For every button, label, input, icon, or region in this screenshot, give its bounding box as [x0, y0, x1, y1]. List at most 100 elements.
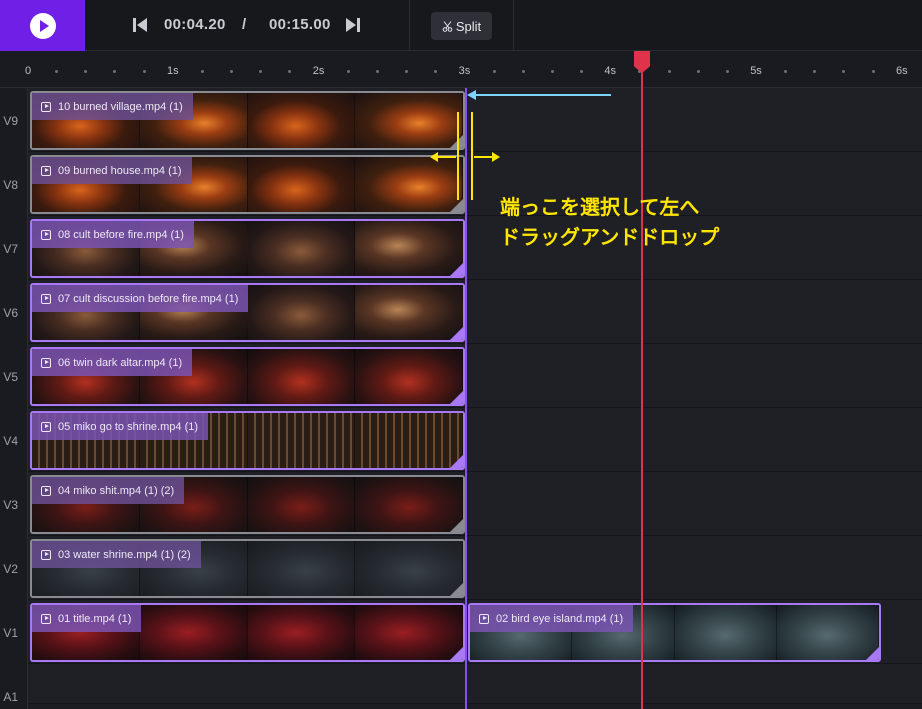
thumbnail-frame	[247, 285, 356, 340]
split-label: Split	[455, 18, 482, 34]
thumbnail-frame	[355, 541, 463, 596]
clip-name: 04 miko shit.mp4 (1) (2)	[58, 484, 175, 497]
thumbnail-frame	[247, 541, 356, 596]
clip-name-tag: 09 burned house.mp4 (1)	[32, 157, 192, 184]
video-file-icon	[41, 293, 51, 304]
trim-handle[interactable]	[450, 519, 463, 532]
ruler-tick	[346, 70, 350, 73]
video-clip[interactable]: 07 cult discussion before fire.mp4 (1)	[30, 283, 465, 342]
video-file-icon	[41, 613, 51, 624]
trim-handle[interactable]	[866, 647, 879, 660]
scissors-icon	[442, 20, 453, 32]
track-label: V8	[3, 178, 18, 192]
clip-name-tag: 07 cult discussion before fire.mp4 (1)	[32, 285, 249, 312]
clip-edge-line	[465, 88, 467, 709]
track-row[interactable]: 04 miko shit.mp4 (1) (2)	[28, 472, 922, 536]
clip-name-tag: 08 cult before fire.mp4 (1)	[32, 221, 194, 248]
track-label: A1	[3, 690, 18, 704]
track-row[interactable]: 05 miko go to shrine.mp4 (1)	[28, 408, 922, 472]
thumbnail-frame	[247, 477, 356, 532]
thumbnail-frame	[247, 157, 356, 212]
clip-name: 05 miko go to shrine.mp4 (1)	[58, 420, 199, 433]
time-ruler[interactable]: 0 1s 2s 3s 4s 5s 6s	[0, 51, 922, 88]
clip-name-tag: 02 bird eye island.mp4 (1)	[470, 605, 634, 632]
trim-handle[interactable]	[450, 327, 463, 340]
transport-controls: 00:04.20 / 00:15.00	[85, 0, 410, 51]
annotation-line1: 端っこを選択して左へ	[500, 197, 700, 219]
video-clip[interactable]: 08 cult before fire.mp4 (1)	[30, 219, 465, 278]
clip-name: 07 cult discussion before fire.mp4 (1)	[58, 292, 239, 305]
ruler-label: 4s	[604, 65, 616, 77]
thumbnail-frame	[355, 93, 463, 148]
track-row[interactable]: 06 twin dark altar.mp4 (1)	[28, 344, 922, 408]
track-row[interactable]	[28, 664, 922, 704]
track-label: V4	[3, 434, 18, 448]
video-clip[interactable]: 03 water shrine.mp4 (1) (2)	[30, 539, 465, 598]
split-button[interactable]: Split	[431, 12, 492, 40]
track-row[interactable]: 07 cult discussion before fire.mp4 (1)	[28, 280, 922, 344]
ruler-tick	[492, 70, 496, 73]
video-clip[interactable]: 06 twin dark altar.mp4 (1)	[30, 347, 465, 406]
ruler-tick	[842, 70, 846, 73]
ruler-tick	[521, 70, 525, 73]
track-row[interactable]: 03 water shrine.mp4 (1) (2)	[28, 536, 922, 600]
thumbnail-frame	[247, 413, 356, 468]
thumbnail-frame	[247, 221, 356, 276]
clip-name: 01 title.mp4 (1)	[58, 612, 132, 625]
trim-handle[interactable]	[450, 391, 463, 404]
track-labels: V9 V8 V7 V6 V5 V4 V3 V2 V1 A1	[0, 88, 28, 709]
video-clip[interactable]: 04 miko shit.mp4 (1) (2)	[30, 475, 465, 534]
video-clip[interactable]: 01 title.mp4 (1)	[30, 603, 465, 662]
clip-name-tag: 04 miko shit.mp4 (1) (2)	[32, 477, 185, 504]
ruler-tick	[580, 70, 584, 73]
thumbnail-frame	[355, 413, 463, 468]
video-file-icon	[41, 485, 51, 496]
clip-name: 02 bird eye island.mp4 (1)	[496, 612, 624, 625]
video-clip[interactable]: 10 burned village.mp4 (1)	[30, 91, 465, 150]
thumbnail-frame	[355, 605, 463, 660]
trim-handle[interactable]	[450, 647, 463, 660]
ruler-tick	[55, 70, 59, 73]
ruler-label: 1s	[166, 65, 179, 77]
video-clip[interactable]: 05 miko go to shrine.mp4 (1)	[30, 411, 465, 470]
thumbnail-frame	[355, 349, 463, 404]
play-button[interactable]	[0, 0, 85, 51]
trim-handle[interactable]	[450, 583, 463, 596]
ruler-tick	[871, 70, 875, 73]
ruler-tick	[113, 70, 117, 73]
ruler-tick	[434, 70, 438, 73]
clip-name: 08 cult before fire.mp4 (1)	[58, 228, 184, 241]
toolbar: 00:04.20 / 00:15.00 Split	[0, 0, 922, 51]
track-row[interactable]: 10 burned village.mp4 (1)	[28, 88, 922, 152]
skip-forward-icon[interactable]	[345, 17, 361, 33]
ruler-tick	[375, 70, 379, 73]
ruler-tick	[725, 70, 729, 73]
ruler-tick	[813, 70, 817, 73]
trim-handle[interactable]	[450, 199, 463, 212]
ruler-tick	[550, 70, 554, 73]
trim-handle[interactable]	[450, 455, 463, 468]
thumbnail-frame	[247, 93, 356, 148]
track-row[interactable]: 08 cult before fire.mp4 (1)	[28, 216, 922, 280]
thumbnail-frame	[355, 477, 463, 532]
ruler-label: 6s	[895, 65, 908, 77]
ruler-tick	[200, 70, 204, 73]
thumbnail-frame	[247, 349, 356, 404]
clip-name: 06 twin dark altar.mp4 (1)	[58, 356, 183, 369]
video-clip[interactable]: 09 burned house.mp4 (1)	[30, 155, 465, 214]
skip-back-icon[interactable]	[132, 17, 148, 33]
video-clip[interactable]: 02 bird eye island.mp4 (1)	[468, 603, 881, 662]
track-row[interactable]: 01 title.mp4 (1) 02 bird eye island.mp4 (…	[28, 600, 922, 664]
trim-handle[interactable]	[450, 263, 463, 276]
track-row[interactable]: 09 burned house.mp4 (1)	[28, 152, 922, 216]
annotation-line2: ドラッグアンドドロップ	[500, 227, 720, 249]
track-label: V5	[3, 370, 18, 384]
ruler-label: 2s	[312, 65, 325, 77]
clip-name: 03 water shrine.mp4 (1) (2)	[58, 548, 191, 561]
thumbnail-frame	[355, 157, 463, 212]
trim-handle[interactable]	[450, 135, 463, 148]
split-area: Split	[410, 0, 514, 51]
duration-time: 00:15.00	[269, 16, 331, 33]
thumbnail-frame	[776, 605, 879, 660]
video-file-icon	[41, 165, 51, 176]
